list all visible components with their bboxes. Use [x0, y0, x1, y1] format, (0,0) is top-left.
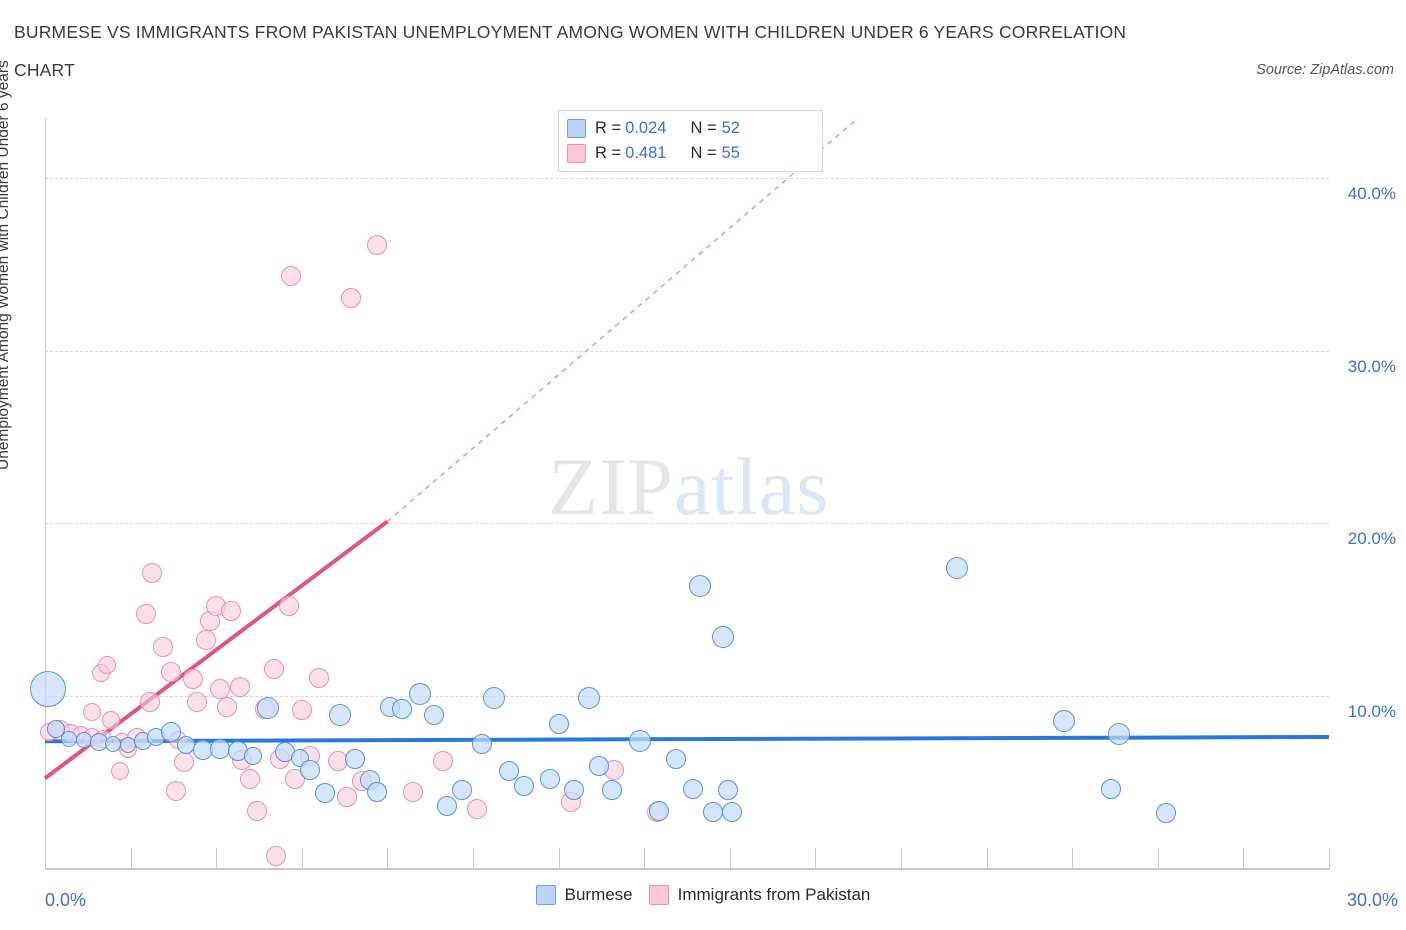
r-value-burmese: 0.024	[625, 119, 667, 137]
data-point-pakistan[interactable]	[216, 696, 237, 717]
x-tick-24	[1072, 848, 1074, 868]
legend-swatch-pakistan-icon	[648, 885, 669, 905]
page-title-line1: BURMESE VS IMMIGRANTS FROM PAKISTAN UNEM…	[14, 22, 1127, 42]
series-legend: Burmese Immigrants from Pakistan	[0, 885, 1406, 905]
data-point-burmese[interactable]	[702, 801, 723, 822]
x-tick-16	[729, 848, 731, 868]
data-point-burmese[interactable]	[408, 682, 431, 705]
n-label-burmese: N =	[690, 119, 717, 137]
page-title-line2: CHART	[14, 60, 75, 80]
legend-item-pakistan[interactable]: Immigrants from Pakistan	[648, 885, 871, 905]
correlation-stats-box: R = 0.024 N = 52 R = 0.481 N = 55	[558, 110, 823, 172]
x-tick-6	[301, 848, 303, 868]
x-tick-22	[986, 848, 988, 868]
data-point-pakistan[interactable]	[195, 629, 216, 650]
x-axis-min-label: 0.0%	[45, 890, 87, 910]
source-attribution: Source: ZipAtlas.com	[1256, 62, 1394, 78]
data-point-pakistan[interactable]	[182, 669, 203, 690]
data-point-burmese[interactable]	[1052, 709, 1075, 732]
data-point-burmese[interactable]	[452, 779, 473, 800]
data-point-burmese[interactable]	[683, 778, 704, 799]
x-tick-28	[1243, 848, 1245, 868]
data-point-pakistan[interactable]	[281, 265, 302, 286]
r-label-pakistan: R =	[595, 144, 622, 162]
data-point-pakistan[interactable]	[135, 603, 156, 624]
data-point-burmese[interactable]	[577, 687, 600, 710]
data-point-burmese[interactable]	[717, 779, 738, 800]
data-point-pakistan[interactable]	[263, 658, 284, 679]
data-point-burmese[interactable]	[628, 730, 651, 753]
y-tick-label-10: 10.0%	[1347, 701, 1396, 721]
data-point-pakistan[interactable]	[266, 845, 287, 866]
stats-row-burmese: R = 0.024 N = 52	[567, 116, 814, 141]
x-tick-30	[1329, 848, 1330, 868]
data-point-pakistan[interactable]	[174, 751, 195, 772]
data-point-pakistan[interactable]	[229, 676, 250, 697]
data-point-burmese[interactable]	[345, 748, 366, 769]
plot-area	[30, 117, 1330, 868]
swatch-pakistan-icon	[567, 144, 586, 163]
data-point-burmese[interactable]	[945, 557, 968, 579]
n-value-pakistan: 55	[721, 144, 740, 162]
x-tick-0	[45, 848, 46, 868]
legend-label-burmese: Burmese	[564, 885, 633, 904]
data-point-pakistan[interactable]	[433, 751, 454, 772]
data-point-burmese[interactable]	[75, 731, 92, 748]
chart-page: BURMESE VS IMMIGRANTS FROM PAKISTAN UNEM…	[0, 0, 1406, 930]
data-point-burmese[interactable]	[471, 733, 492, 754]
data-point-pakistan[interactable]	[336, 787, 357, 808]
x-tick-10	[473, 848, 474, 868]
y-tick-label-40: 40.0%	[1347, 184, 1396, 204]
legend-label-pakistan: Immigrants from Pakistan	[677, 885, 871, 904]
x-tick-12	[558, 848, 560, 868]
legend-item-burmese[interactable]: Burmese	[535, 885, 633, 905]
x-tick-14	[644, 848, 646, 868]
data-point-pakistan[interactable]	[246, 801, 267, 822]
x-tick-18	[815, 848, 817, 868]
n-value-burmese: 52	[721, 119, 740, 137]
data-point-pakistan[interactable]	[83, 702, 102, 721]
data-point-pakistan[interactable]	[102, 710, 121, 729]
data-point-burmese[interactable]	[256, 696, 279, 719]
swatch-burmese-icon	[567, 119, 586, 138]
data-point-pakistan[interactable]	[152, 637, 173, 658]
x-tick-20	[901, 848, 902, 868]
data-point-burmese[interactable]	[1100, 778, 1121, 799]
x-tick-4	[216, 848, 218, 868]
n-label-pakistan: N =	[690, 144, 717, 162]
x-tick-26	[1157, 848, 1159, 868]
data-point-pakistan[interactable]	[366, 234, 387, 255]
data-point-burmese[interactable]	[366, 782, 387, 803]
data-point-burmese[interactable]	[548, 714, 569, 735]
data-point-burmese[interactable]	[329, 703, 352, 726]
data-point-burmese[interactable]	[30, 670, 66, 707]
trendline-pakistan-dashed	[386, 117, 859, 523]
x-tick-2	[130, 848, 132, 868]
data-point-pakistan[interactable]	[291, 700, 312, 721]
x-axis-line	[45, 868, 1330, 870]
legend-swatch-burmese-icon	[535, 885, 556, 905]
data-point-burmese[interactable]	[563, 779, 584, 800]
data-point-burmese[interactable]	[60, 730, 77, 747]
stats-row-pakistan: R = 0.481 N = 55	[567, 141, 814, 166]
data-point-pakistan[interactable]	[278, 595, 299, 616]
data-point-burmese[interactable]	[243, 746, 262, 765]
x-axis-max-label: 30.0%	[1346, 890, 1398, 910]
data-point-pakistan[interactable]	[165, 781, 186, 802]
r-value-pakistan: 0.481	[625, 144, 667, 162]
data-point-burmese[interactable]	[300, 759, 321, 780]
data-point-burmese[interactable]	[688, 575, 711, 598]
y-tick-label-20: 20.0%	[1347, 529, 1396, 549]
y-tick-label-30: 30.0%	[1347, 356, 1396, 376]
data-point-burmese[interactable]	[721, 801, 742, 822]
r-label-burmese: R =	[595, 119, 622, 137]
x-tick-8	[387, 848, 389, 868]
y-axis-title: Unemployment Among Women with Children U…	[0, 60, 12, 470]
